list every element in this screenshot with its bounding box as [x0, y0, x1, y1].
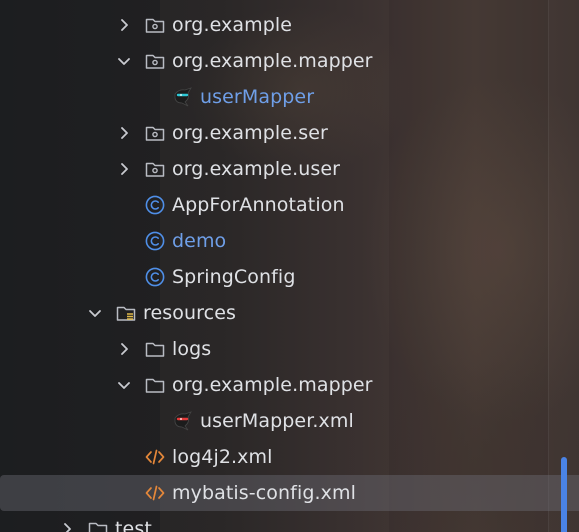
tree-item-label: SpringConfig	[172, 266, 296, 288]
folder-icon	[87, 518, 109, 532]
tree-item-label: logs	[172, 338, 212, 360]
project-tree-panel[interactable]: org.example org.example.mapper userMappe…	[0, 0, 579, 532]
tree-item-label: org.example.mapper	[172, 50, 373, 72]
tree-item-label: org.example	[172, 14, 293, 36]
tree-item-label: userMapper	[200, 86, 315, 108]
tree-row-resources[interactable]: resources	[0, 295, 579, 331]
chevron-right-icon[interactable]	[116, 17, 132, 33]
tree-row-org-example-ser[interactable]: org.example.ser	[0, 115, 579, 151]
tree-row-springconfig[interactable]: SpringConfig	[0, 259, 579, 295]
tree-item-label: mybatis-config.xml	[172, 482, 356, 504]
tree-item-label: resources	[143, 302, 236, 324]
tree-item-label: demo	[172, 230, 227, 252]
package-folder-icon	[144, 14, 166, 36]
mybatis-bird-icon	[172, 410, 194, 432]
tree-row-usermapper[interactable]: userMapper	[0, 79, 579, 115]
java-class-icon	[144, 194, 166, 216]
tree-row-usermapper-xml[interactable]: userMapper.xml	[0, 403, 579, 439]
tree-row-demo[interactable]: demo	[0, 223, 579, 259]
tree-row-log4j2-xml[interactable]: log4j2.xml	[0, 439, 579, 475]
tree-item-label: org.example.ser	[172, 122, 328, 144]
xml-file-icon	[144, 482, 166, 504]
tree-row-org-example[interactable]: org.example	[0, 7, 579, 43]
chevron-right-icon[interactable]	[116, 341, 132, 357]
chevron-down-icon[interactable]	[87, 305, 103, 321]
tree-item-label: org.example.mapper	[172, 374, 373, 396]
tree-row-org-example-mapper[interactable]: org.example.mapper	[0, 43, 579, 79]
chevron-down-icon[interactable]	[116, 53, 132, 69]
tree-item-label: test	[115, 518, 152, 532]
folder-icon	[144, 374, 166, 396]
tree-row-resources-org-example-mapper[interactable]: org.example.mapper	[0, 367, 579, 403]
java-class-icon	[144, 230, 166, 252]
tree-row-org-example-user[interactable]: org.example.user	[0, 151, 579, 187]
tree-item-label: org.example.user	[172, 158, 341, 180]
tree-row-mybatis-config-xml[interactable]: mybatis-config.xml	[0, 475, 579, 511]
package-folder-icon	[144, 158, 166, 180]
folder-icon	[144, 338, 166, 360]
java-class-icon	[144, 266, 166, 288]
chevron-down-icon[interactable]	[116, 377, 132, 393]
tree-item-label: AppForAnnotation	[172, 194, 345, 216]
tree-item-label: userMapper.xml	[200, 410, 354, 432]
tree-item-label: log4j2.xml	[172, 446, 273, 468]
resources-folder-icon	[115, 302, 137, 324]
tree-row-appforannotation[interactable]: AppForAnnotation	[0, 187, 579, 223]
tree-row-logs[interactable]: logs	[0, 331, 579, 367]
xml-file-icon	[144, 446, 166, 468]
vertical-scrollbar-thumb[interactable]	[561, 457, 567, 532]
package-folder-icon	[144, 50, 166, 72]
package-folder-icon	[144, 122, 166, 144]
tree-row-test[interactable]: test	[0, 511, 579, 532]
chevron-right-icon[interactable]	[59, 521, 75, 532]
mybatis-bird-icon	[172, 86, 194, 108]
chevron-right-icon[interactable]	[116, 161, 132, 177]
chevron-right-icon[interactable]	[116, 125, 132, 141]
